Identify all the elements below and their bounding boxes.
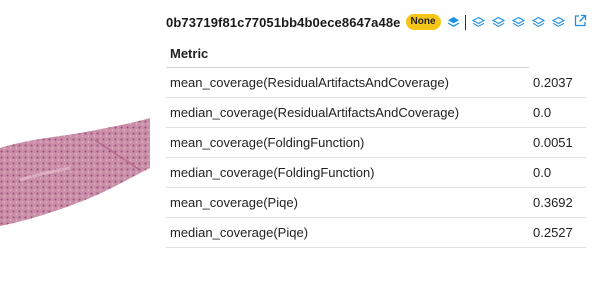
metric-value: 0.0 [529, 97, 586, 128]
metric-value: 0.2037 [529, 67, 586, 98]
table-row: median_coverage(ResidualArtifactsAndCove… [166, 97, 586, 128]
layers-icon[interactable] [511, 15, 526, 30]
divider [464, 14, 466, 30]
layers-icon[interactable] [491, 15, 506, 30]
table-row: mean_coverage(Piqe) 0.3692 [166, 187, 586, 218]
slide-thumbnail[interactable] [0, 0, 150, 276]
metric-value: 0.0 [529, 157, 586, 188]
status-badge: None [405, 14, 441, 30]
metric-value: 0.0051 [529, 127, 586, 158]
metric-name: median_coverage(ResidualArtifactsAndCove… [166, 97, 529, 128]
layers-filled-icon[interactable] [446, 15, 461, 30]
layers-icon[interactable] [471, 15, 486, 30]
table-row: median_coverage(FoldingFunction) 0.0 [166, 157, 586, 188]
table-header-row: Metric [166, 40, 586, 68]
column-header-value [529, 40, 586, 68]
column-header-metric: Metric [166, 40, 529, 68]
metric-name: median_coverage(Piqe) [166, 217, 529, 248]
layers-icon[interactable] [531, 15, 546, 30]
metric-value: 0.2527 [529, 217, 586, 248]
metric-value: 0.3692 [529, 187, 586, 218]
table-row: median_coverage(Piqe) 0.2527 [166, 217, 586, 248]
metric-name: mean_coverage(Piqe) [166, 187, 529, 218]
metric-name: mean_coverage(FoldingFunction) [166, 127, 529, 158]
metrics-table: Metric mean_coverage(ResidualArtifactsAn… [166, 40, 586, 248]
slide-header: 0b73719f81c77051bb4b0ece8647a48e None [166, 11, 596, 33]
layers-icon[interactable] [551, 15, 566, 30]
metric-name: median_coverage(FoldingFunction) [166, 157, 529, 188]
table-row: mean_coverage(FoldingFunction) 0.0051 [166, 127, 586, 158]
table-row: mean_coverage(ResidualArtifactsAndCovera… [166, 67, 586, 98]
tissue-image [0, 118, 150, 226]
slide-id: 0b73719f81c77051bb4b0ece8647a48e [166, 14, 401, 30]
metric-name: mean_coverage(ResidualArtifactsAndCovera… [166, 67, 529, 98]
external-link-icon[interactable] [573, 14, 587, 28]
